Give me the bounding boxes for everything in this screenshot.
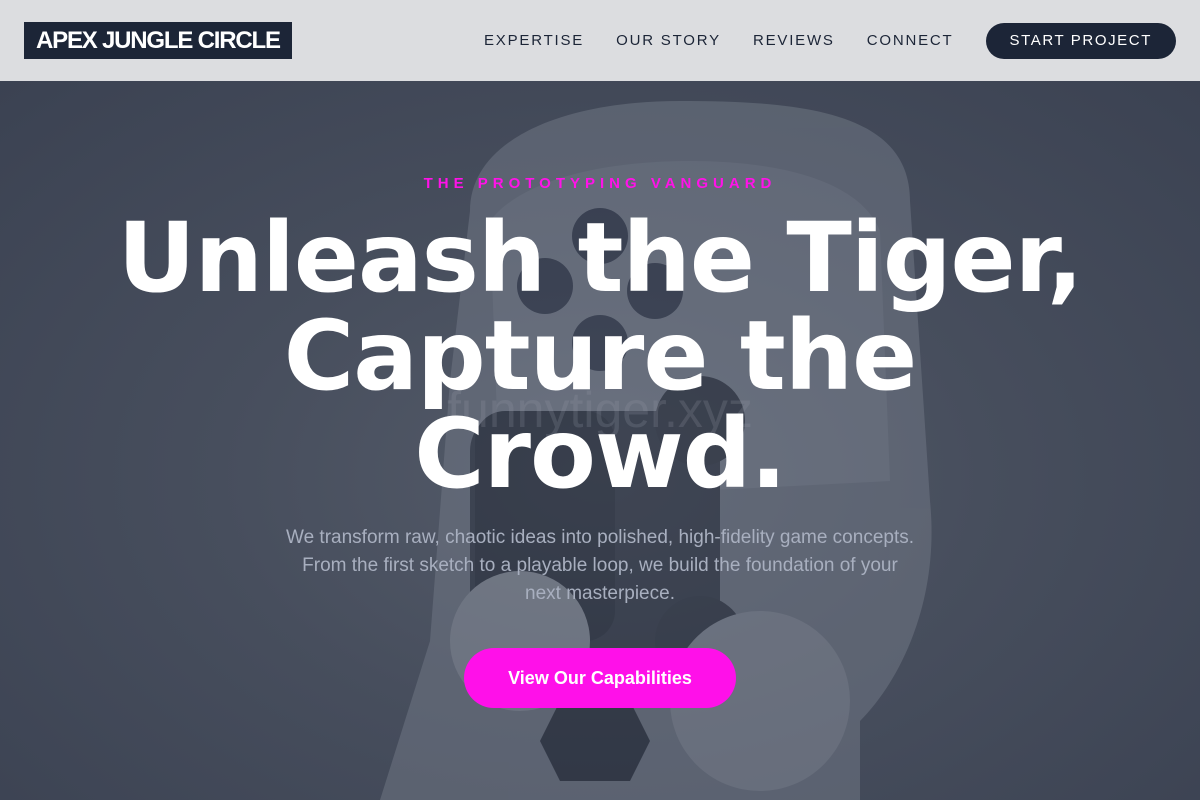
- hero-content: THE PROTOTYPING VANGUARD Unleash the Tig…: [0, 81, 1200, 800]
- start-project-button[interactable]: START PROJECT: [985, 22, 1176, 59]
- site-header: APEX JUNGLE CIRCLE EXPERTISE OUR STORY R…: [0, 0, 1200, 81]
- nav-link-expertise[interactable]: EXPERTISE: [484, 32, 584, 49]
- nav-link-connect[interactable]: CONNECT: [867, 32, 954, 49]
- main-nav: EXPERTISE OUR STORY REVIEWS CONNECT STAR…: [484, 22, 1176, 59]
- hero-section: funnytiger.xyz THE PROTOTYPING VANGUARD …: [0, 81, 1200, 800]
- hero-headline: Unleash the Tiger, Capture the Crowd.: [117, 202, 1084, 510]
- nav-link-reviews[interactable]: REVIEWS: [753, 32, 835, 49]
- nav-link-our-story[interactable]: OUR STORY: [616, 32, 721, 49]
- hero-subtext: We transform raw, chaotic ideas into pol…: [285, 527, 915, 604]
- hero-eyebrow: THE PROTOTYPING VANGUARD: [423, 175, 777, 192]
- site-logo[interactable]: APEX JUNGLE CIRCLE: [24, 22, 292, 59]
- view-capabilities-button[interactable]: View Our Capabilities: [464, 648, 736, 708]
